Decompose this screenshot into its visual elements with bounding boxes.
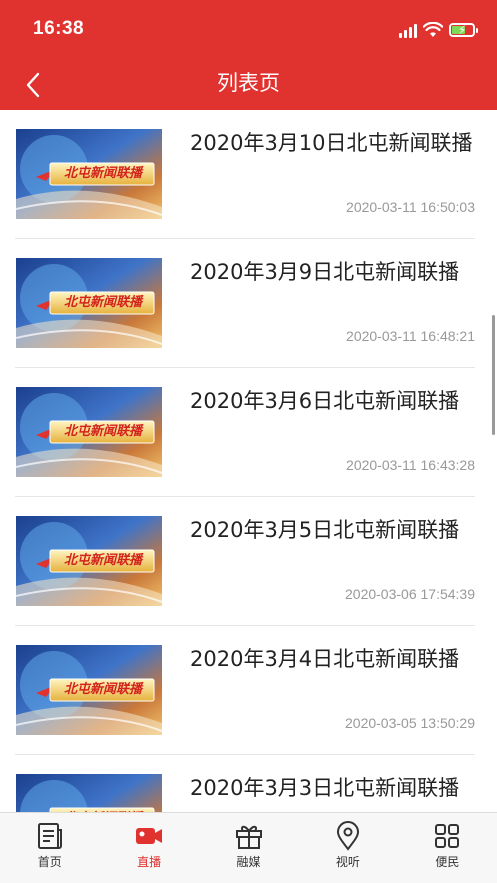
news-title: 2020年3月5日北屯新闻联播 [190, 518, 460, 542]
news-icon [37, 823, 62, 849]
news-timestamp: 2020-03-11 16:50:03 [346, 199, 475, 215]
tab-audiovisual-label: 视听 [335, 855, 360, 869]
thumbnail-caption: 北屯新闻联播 [63, 295, 142, 310]
news-list-item[interactable]: 北屯新闻联播 2020年3月3日北屯新闻联播 [15, 755, 475, 813]
tab-services[interactable]: 便民 [398, 813, 497, 883]
news-title: 2020年3月10日北屯新闻联播 [190, 131, 473, 155]
gift-icon [235, 825, 262, 849]
tab-home[interactable]: 首页 [0, 813, 99, 883]
tab-services-label: 便民 [435, 855, 460, 869]
tab-live-label: 直播 [137, 855, 162, 869]
header-bar: 16:38 ⚡ 列表页 [0, 0, 497, 110]
status-time: 16:38 [33, 18, 85, 39]
news-thumbnail: 北屯新闻联播 [16, 387, 162, 477]
news-thumbnail: 北屯新闻联播 [16, 258, 162, 348]
news-timestamp: 2020-03-05 13:50:29 [345, 715, 475, 731]
tab-media-label: 融媒 [236, 855, 261, 869]
news-thumbnail: 北屯新闻联播 [16, 516, 162, 606]
thumbnail-caption: 北屯新闻联播 [63, 682, 142, 697]
video-camera-icon [136, 828, 163, 844]
tab-audiovisual[interactable]: 视听 [298, 813, 397, 883]
news-list-item[interactable]: 北屯新闻联播 2020年3月10日北屯新闻联播 2020-03-11 16:50:0… [15, 110, 475, 239]
scroll-indicator [492, 315, 495, 435]
status-icons: ⚡ [399, 20, 478, 40]
thumbnail-caption: 北屯新闻联播 [63, 424, 142, 439]
signal-icon [399, 22, 417, 38]
thumbnail-caption: 北屯新闻联播 [63, 166, 142, 181]
news-list-item[interactable]: 北屯新闻联播 2020年3月9日北屯新闻联播 2020-03-11 16:48:21 [15, 239, 475, 368]
wifi-icon [423, 22, 443, 37]
app-screen: 16:38 ⚡ 列表页 北屯新闻联播 2020年3月10日北屯新闻联播 2020-0… [0, 0, 497, 883]
news-title: 2020年3月9日北屯新闻联播 [190, 260, 460, 284]
news-thumbnail: 北屯新闻联播 [16, 129, 162, 219]
page-title: 列表页 [217, 71, 280, 95]
location-pin-icon [336, 821, 359, 851]
tab-bar: 首页 直播 融媒 视听 便民 [0, 812, 497, 883]
news-list-item[interactable]: 北屯新闻联播 2020年3月4日北屯新闻联播 2020-03-05 13:50:29 [15, 626, 475, 755]
grid-icon [435, 824, 460, 848]
news-title: 2020年3月3日北屯新闻联播 [190, 776, 460, 800]
news-list-item[interactable]: 北屯新闻联播 2020年3月5日北屯新闻联播 2020-03-06 17:54:39 [15, 497, 475, 626]
tab-media[interactable]: 融媒 [199, 813, 298, 883]
battery-icon: ⚡ [449, 23, 478, 37]
thumbnail-caption: 北屯新闻联播 [63, 553, 142, 568]
news-thumbnail: 北屯新闻联播 [16, 645, 162, 735]
news-timestamp: 2020-03-11 16:48:21 [346, 328, 475, 344]
news-timestamp: 2020-03-11 16:43:28 [346, 457, 475, 473]
news-title: 2020年3月6日北屯新闻联播 [190, 389, 460, 413]
news-title: 2020年3月4日北屯新闻联播 [190, 647, 460, 671]
news-list-item[interactable]: 北屯新闻联播 2020年3月6日北屯新闻联播 2020-03-11 16:43:28 [15, 368, 475, 497]
tab-home-label: 首页 [37, 855, 62, 869]
news-thumbnail: 北屯新闻联播 [16, 774, 162, 813]
news-timestamp: 2020-03-06 17:54:39 [345, 586, 475, 602]
tab-live[interactable]: 直播 [99, 813, 198, 883]
news-list: 北屯新闻联播 2020年3月10日北屯新闻联播 2020-03-11 16:50:0… [0, 110, 497, 813]
